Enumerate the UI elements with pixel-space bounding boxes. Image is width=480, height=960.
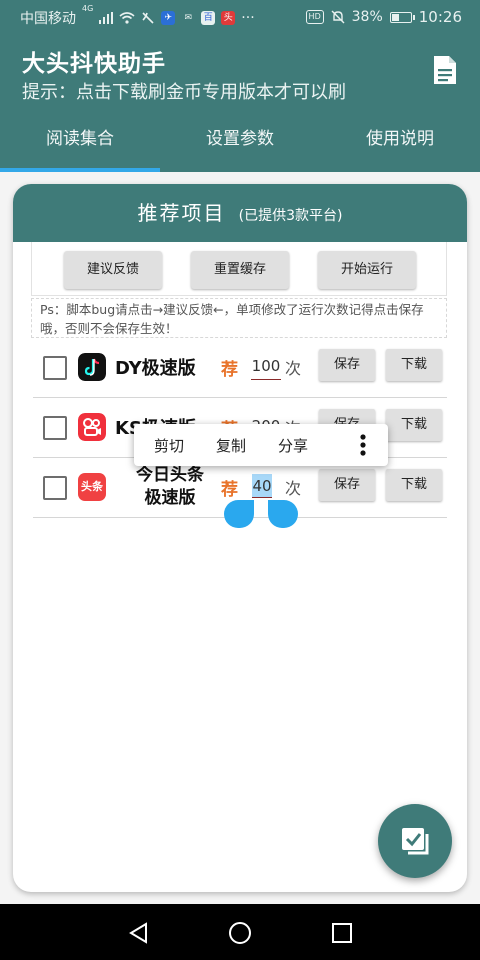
status-right: HD 38% 10:26 xyxy=(305,8,462,26)
item-checkbox[interactable] xyxy=(43,356,67,380)
save-button[interactable]: 保存 xyxy=(319,349,375,381)
toutiao-logo-icon: 头条 xyxy=(78,473,106,501)
app-title: 大头抖快助手 xyxy=(22,51,166,77)
signal-icon xyxy=(99,12,114,24)
baidu-icon: 百 xyxy=(201,11,216,25)
selection-handle-right[interactable] xyxy=(268,500,298,528)
cut-menu-item[interactable]: 剪切 xyxy=(134,435,200,456)
recents-icon[interactable] xyxy=(332,923,352,943)
system-nav-bar xyxy=(0,904,480,960)
item-name-line2: 极速版 xyxy=(144,488,196,508)
mute-icon xyxy=(331,10,345,24)
copy-menu-item[interactable]: 复制 xyxy=(200,435,262,456)
download-button[interactable]: 下载 xyxy=(386,469,442,501)
battery-fill xyxy=(391,13,400,21)
action-bar: 建议反馈 重置缓存 开始运行 xyxy=(31,242,447,296)
count-unit: 次 xyxy=(285,479,302,498)
clock: 10:26 xyxy=(418,8,462,26)
tab-reading-collection[interactable]: 阅读集合 xyxy=(0,120,160,172)
app-bar: 大头抖快助手 提示：点击下载刷金币专用版本才可以刷 阅读集合 设置参数 使用说明 xyxy=(0,34,480,172)
recommend-card: 推荐项目 (已提供3款平台) 建议反馈 重置缓存 开始运行 Ps：脚本bug请点… xyxy=(13,184,467,892)
status-bar: 中国移动 4G ✈ ✉ 百 头 ··· HD 38% 10:26 xyxy=(0,0,480,34)
item-checkbox[interactable] xyxy=(43,476,67,500)
reset-cache-button[interactable]: 重置缓存 xyxy=(191,251,289,289)
card-header: 推荐项目 (已提供3款平台) xyxy=(13,184,467,242)
download-button[interactable]: 下载 xyxy=(386,409,442,441)
item-name: DY极速版 xyxy=(115,358,196,379)
card-title: 推荐项目 xyxy=(137,201,226,225)
recommend-badge: 荐 xyxy=(221,480,238,500)
battery-percent: 38% xyxy=(351,9,383,25)
save-button[interactable]: 保存 xyxy=(319,469,375,501)
fab-checklist-button[interactable] xyxy=(378,804,452,878)
download-button[interactable]: 下载 xyxy=(386,349,442,381)
start-button[interactable]: 开始运行 xyxy=(318,251,416,289)
more-vert-icon[interactable] xyxy=(360,434,366,456)
share-menu-item[interactable]: 分享 xyxy=(262,435,324,456)
selection-handle-left[interactable] xyxy=(224,500,254,528)
no-call-icon xyxy=(142,12,154,24)
more-notifications-icon: ··· xyxy=(241,10,255,26)
item-name: 今日头条 极速版 xyxy=(115,464,225,510)
battery-icon xyxy=(389,11,415,23)
item-checkbox[interactable] xyxy=(43,416,67,440)
tab-bar: 阅读集合 设置参数 使用说明 xyxy=(0,120,480,172)
bluetooth-app-icon: ✈ xyxy=(161,11,176,25)
tab-settings[interactable]: 设置参数 xyxy=(160,120,320,172)
card-subtitle: (已提供3款平台) xyxy=(238,208,343,224)
feedback-button[interactable]: 建议反馈 xyxy=(64,251,162,289)
text-context-menu: 剪切 复制 分享 xyxy=(134,424,388,466)
carrier-label: 中国移动 xyxy=(20,11,76,27)
back-icon[interactable] xyxy=(128,922,148,944)
app-notify-icon: 头 xyxy=(221,11,236,25)
document-icon[interactable] xyxy=(432,54,458,86)
checkbox-stack-icon xyxy=(402,828,429,855)
wifi-icon xyxy=(119,12,135,24)
kuaishou-logo-icon xyxy=(78,413,106,441)
wechat-icon: ✉ xyxy=(184,13,193,23)
douyin-logo-icon xyxy=(78,353,106,381)
list-item: DY极速版 荐 100 次 保存 下载 xyxy=(33,338,447,398)
hd-icon: HD xyxy=(305,10,324,24)
item-name-line1: 今日头条 xyxy=(136,465,204,485)
home-icon[interactable] xyxy=(228,921,252,945)
recommend-badge: 荐 xyxy=(221,360,238,380)
count-unit: 次 xyxy=(285,359,302,378)
run-count-input[interactable]: 100 xyxy=(251,352,281,380)
run-count-input[interactable]: 40 xyxy=(252,474,272,498)
status-left: 中国移动 4G ✈ ✉ 百 头 ··· xyxy=(20,4,255,28)
app-subtitle: 提示：点击下载刷金币专用版本才可以刷 xyxy=(22,82,346,103)
network-type: 4G xyxy=(82,4,94,13)
tab-instructions[interactable]: 使用说明 xyxy=(320,120,480,172)
ps-note: Ps：脚本bug请点击→建议反馈←，单项修改了运行次数记得点击保存哦，否则不会保… xyxy=(31,298,447,338)
